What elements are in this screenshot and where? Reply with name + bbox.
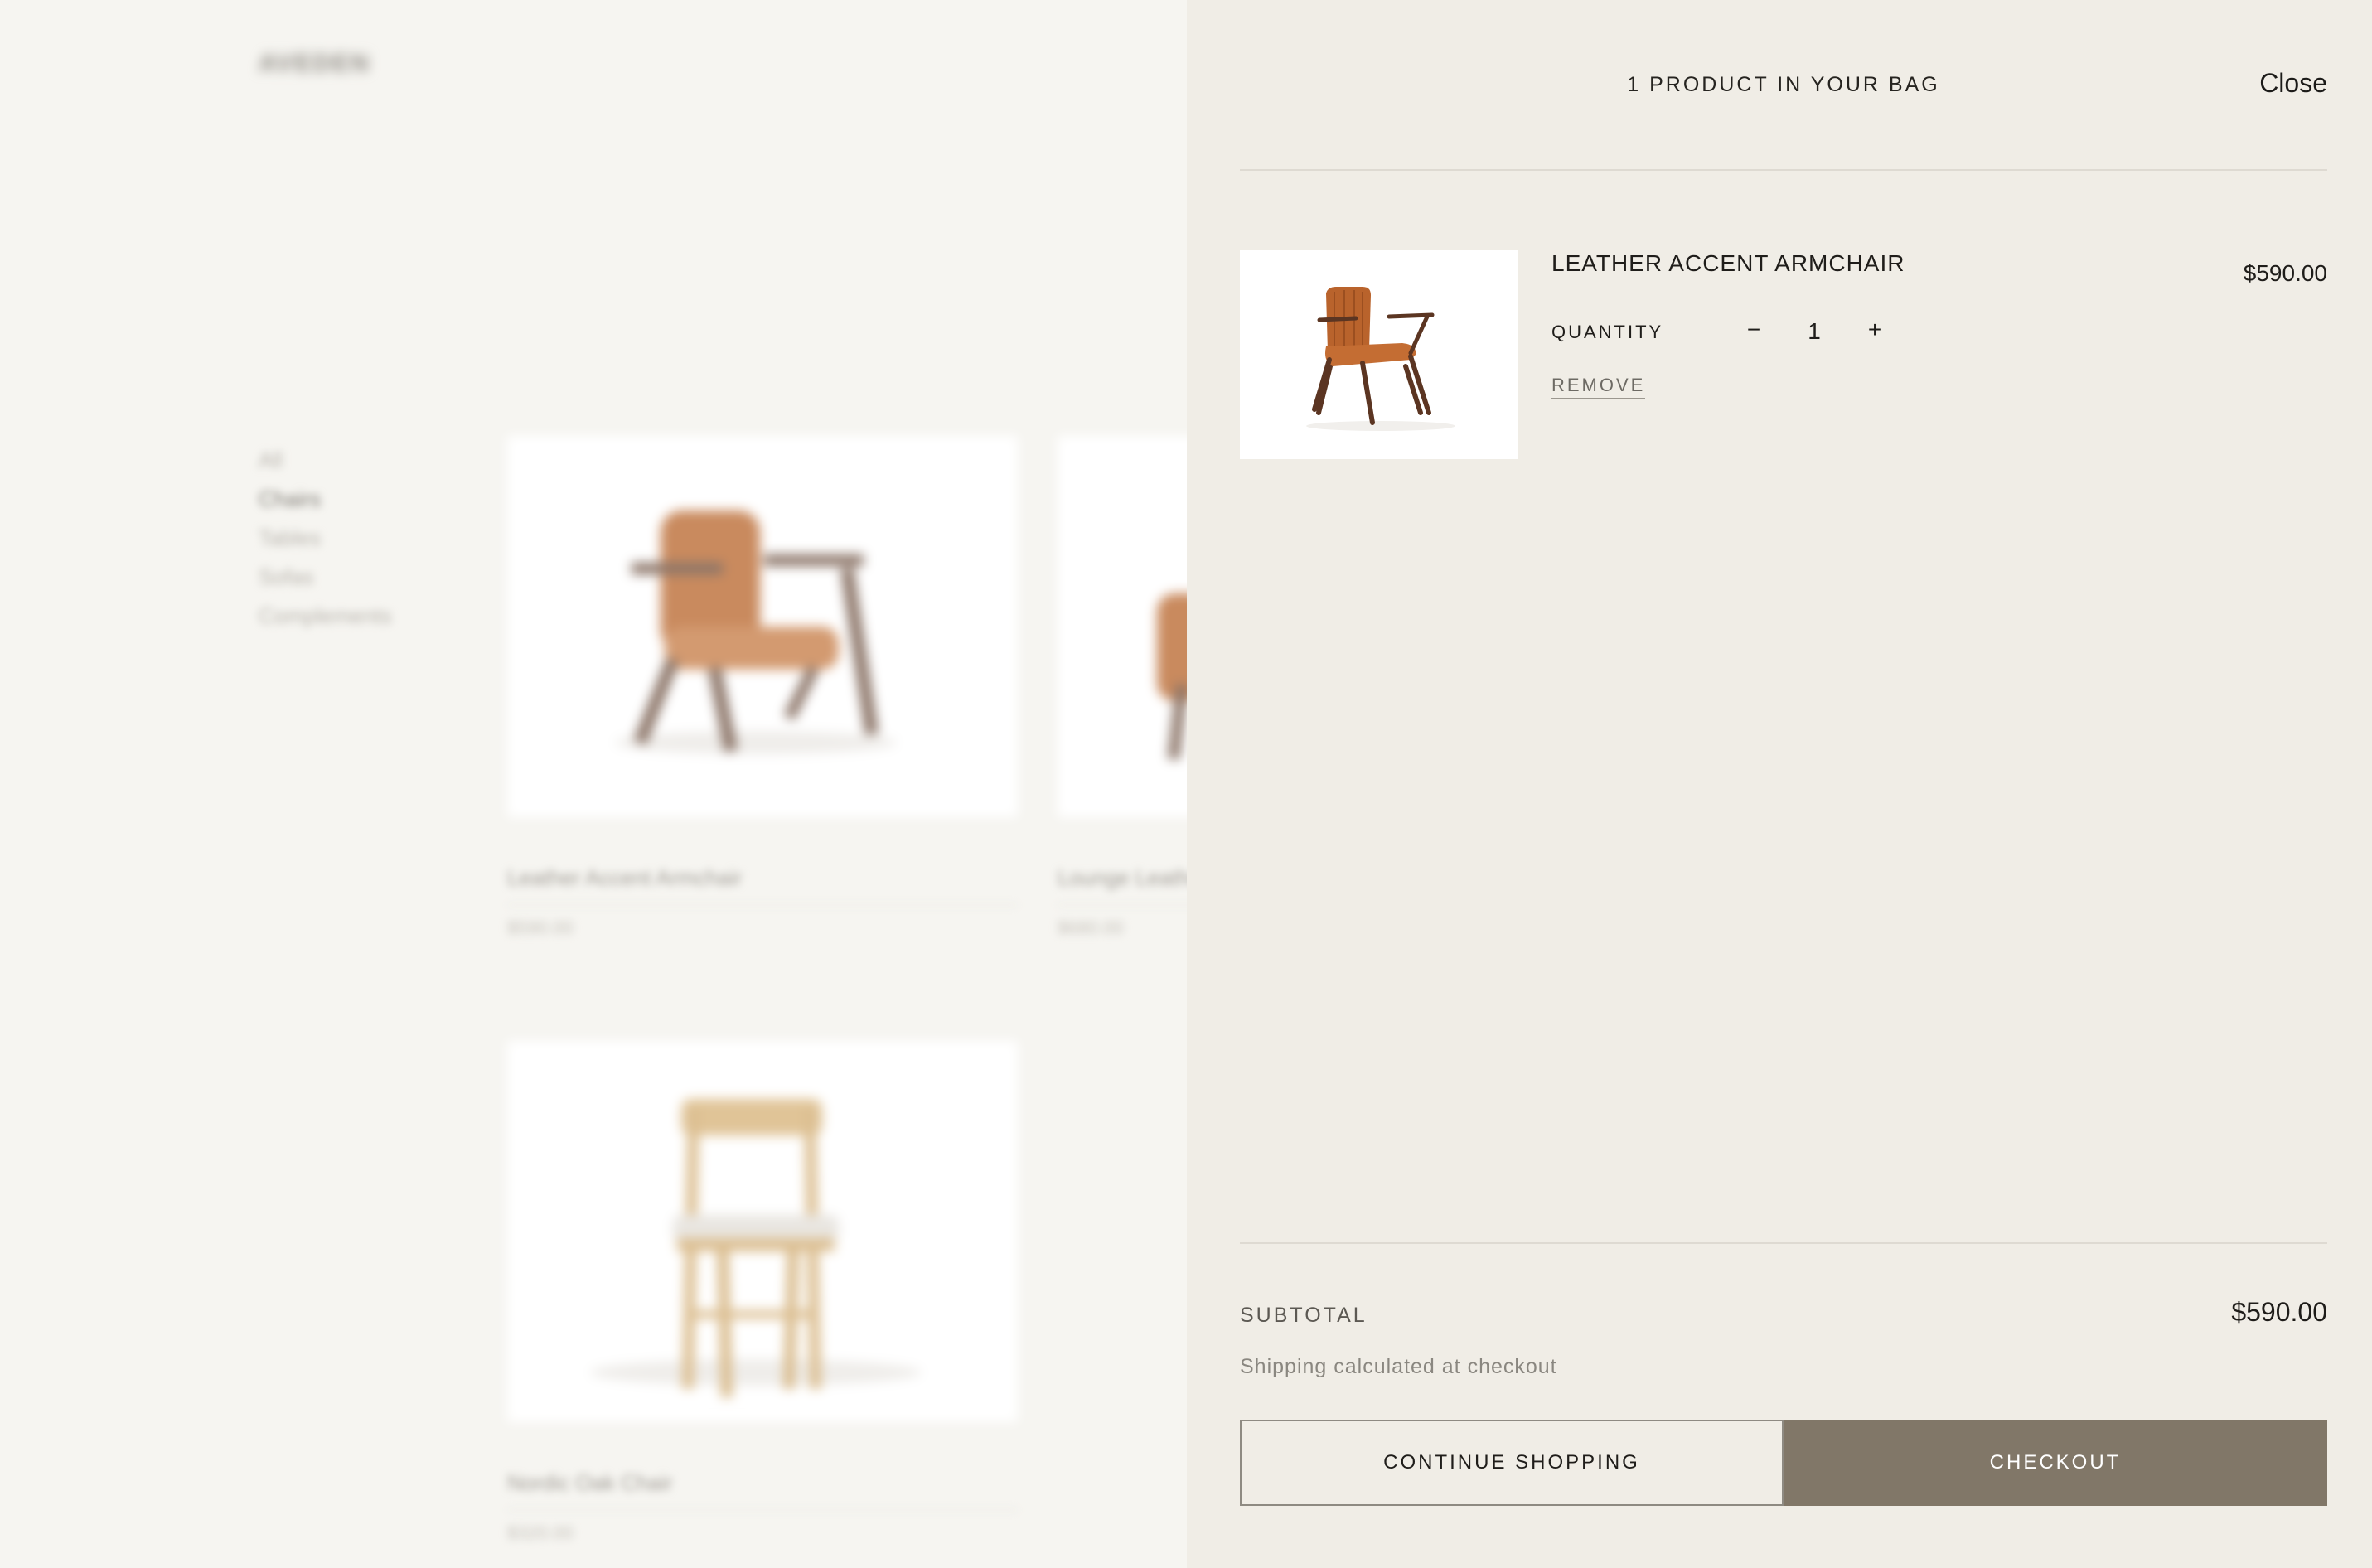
cart-item-price: $590.00: [2243, 260, 2327, 286]
cart-drawer: 1 PRODUCT IN YOUR BAG Close LEATHER ACCE…: [1187, 0, 2372, 1568]
product-card: Nordic Oak Chair $320.00: [507, 1041, 1018, 1544]
cart-title: 1 PRODUCT IN YOUR BAG: [1627, 73, 1940, 96]
cart-footer: SUBTOTAL $590.00 Shipping calculated at …: [1240, 1242, 2327, 1508]
quantity-label: QUANTITY: [1551, 322, 1664, 342]
quantity-input[interactable]: [1782, 315, 1847, 348]
product-price: $590.00: [507, 917, 574, 938]
product-name: Nordic Oak Chair: [507, 1470, 1018, 1511]
store-page-background: AVEDEN All Chairs Tables Sofas Complemen…: [0, 0, 1187, 1568]
continue-shopping-button[interactable]: CONTINUE SHOPPING: [1240, 1420, 1784, 1506]
armchair-illustration: [615, 511, 897, 754]
checkout-button[interactable]: CHECKOUT: [1784, 1420, 2327, 1506]
cart-header: 1 PRODUCT IN YOUR BAG Close: [1240, 0, 2327, 171]
chair-illustration: [590, 1099, 922, 1398]
cart-actions: CONTINUE SHOPPING CHECKOUT: [1240, 1420, 2327, 1506]
category-item-chairs: Chairs: [259, 486, 322, 511]
product-thumbnail[interactable]: [1240, 250, 1518, 459]
product-name: Leather Accent Armchair: [507, 865, 1018, 906]
category-item-complements: Complements: [259, 603, 392, 628]
subtotal-value: $590.00: [2231, 1297, 2327, 1327]
product-image: [1058, 436, 1187, 817]
shipping-note: Shipping calculated at checkout: [1240, 1355, 1557, 1378]
product-image: [507, 1041, 1018, 1422]
product-price: $680.00: [1058, 917, 1124, 938]
remove-item-link[interactable]: REMOVE: [1551, 375, 1646, 399]
product-price: $320.00: [507, 1522, 574, 1543]
cart-item: LEATHER ACCENT ARMCHAIR $590.00 QUANTITY…: [1240, 250, 2327, 459]
armchair-illustration: [1157, 593, 1187, 760]
category-item-sofas: Sofas: [259, 564, 314, 589]
product-card: Leather Accent Armchair $590.00: [507, 436, 1018, 939]
increase-quantity-button[interactable]: +: [1858, 313, 1891, 346]
product-image: [507, 436, 1018, 817]
category-list: All Chairs Tables Sofas Complements: [259, 441, 391, 636]
leather-armchair-image: [1306, 287, 1455, 431]
close-button[interactable]: Close: [2259, 68, 2327, 99]
product-card: Lounge Leather Chair $680.00: [1058, 436, 1187, 939]
category-item-all: All: [259, 448, 283, 472]
cart-item-name[interactable]: LEATHER ACCENT ARMCHAIR: [1551, 250, 1905, 277]
subtotal-label: SUBTOTAL: [1240, 1304, 1368, 1327]
store-logo: AVEDEN: [259, 50, 370, 77]
decrease-quantity-button[interactable]: −: [1737, 313, 1770, 346]
product-name: Lounge Leather Chair: [1058, 865, 1187, 906]
category-item-tables: Tables: [259, 525, 322, 550]
